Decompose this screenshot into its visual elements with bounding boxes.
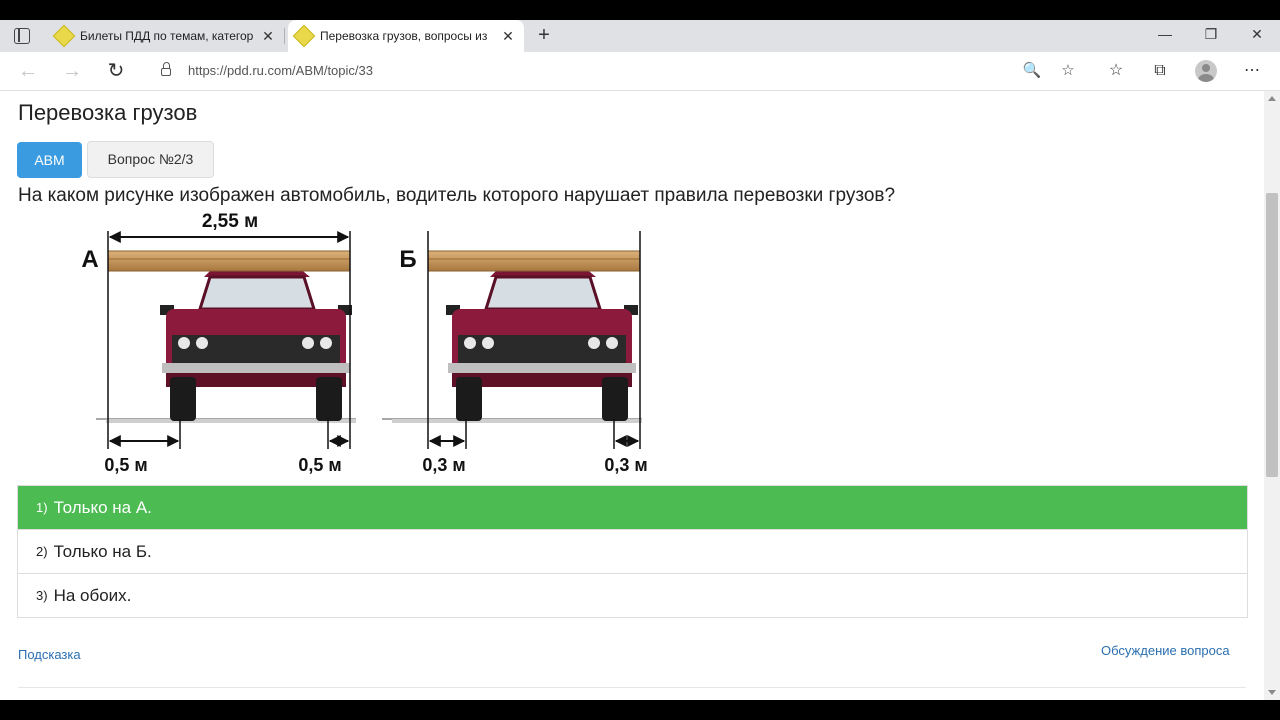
page-content: Перевозка грузов ABM Вопрос №2/3 На како… — [0, 91, 1264, 700]
page-scrollbar[interactable] — [1264, 91, 1280, 700]
tab-strip: Билеты ПДД по темам, категор ✕ Перевозка… — [0, 20, 1280, 52]
answer-text: На обоих. — [53, 585, 132, 605]
answer-option-1[interactable]: 1) Только на А. — [18, 486, 1247, 530]
answer-option-2[interactable]: 2) Только на Б. — [18, 530, 1247, 574]
car-a-drawing — [96, 231, 356, 449]
car-icon — [444, 253, 640, 423]
page-title: Перевозка грузов — [18, 100, 198, 125]
reload-button[interactable]: ↻ — [105, 60, 127, 82]
restore-button[interactable]: ❐ — [1196, 26, 1226, 43]
b-left-overhang-label: 0,3 м — [422, 455, 465, 475]
tab-title: Перевозка грузов, вопросы из — [320, 29, 488, 43]
answer-number: 1) — [36, 500, 48, 515]
new-tab-button[interactable]: + — [533, 24, 555, 46]
question-counter-button[interactable]: Вопрос №2/3 — [87, 141, 214, 178]
forward-button[interactable]: → — [61, 60, 83, 82]
answer-number: 2) — [36, 544, 48, 559]
screen-bottom-border — [0, 700, 1280, 720]
car-b-label: Б — [399, 246, 416, 273]
favorites-icon[interactable]: ☆ — [1105, 60, 1127, 82]
car-a-label: А — [81, 246, 98, 273]
browser-tab-1[interactable]: Билеты ПДД по темам, категор ✕ — [48, 20, 285, 52]
back-button[interactable]: ← — [17, 60, 39, 82]
answer-text: Только на А. — [53, 497, 152, 517]
answer-number: 3) — [36, 588, 48, 603]
window-close-button[interactable]: ✕ — [1242, 26, 1272, 43]
discussion-link[interactable]: Обсуждение вопроса — [1101, 643, 1230, 658]
tab-close-icon[interactable]: ✕ — [258, 28, 278, 45]
category-button[interactable]: ABM — [17, 142, 82, 178]
add-favorite-icon[interactable]: ☆ — [1057, 61, 1079, 79]
top-width-label: 2,55 м — [202, 211, 258, 232]
car-b-drawing — [382, 231, 642, 449]
illustration-root: 2,55 м А 0,5 м 0,5 м Б 0,3 м 0,3 м — [81, 211, 647, 475]
collections-icon[interactable]: ⧉ — [1149, 60, 1171, 82]
a-left-overhang-label: 0,5 м — [104, 455, 147, 475]
tab-close-icon[interactable]: ✕ — [498, 28, 518, 45]
minimize-button[interactable]: — — [1150, 26, 1180, 42]
address-toolbar: ← → ↻ https://pdd.ru.com/ABM/topic/33 🔍 … — [0, 52, 1280, 91]
scrollbar-thumb[interactable] — [1266, 193, 1278, 477]
hint-link[interactable]: Подсказка — [18, 647, 81, 662]
answer-list: 1) Только на А. 2) Только на Б. 3) На об… — [17, 485, 1248, 618]
cargo-boards — [427, 250, 641, 272]
browser-tab-2-active[interactable]: Перевозка грузов, вопросы из ✕ — [288, 20, 524, 52]
question-text: На каком рисунке изображен автомобиль, в… — [18, 185, 896, 206]
a-right-overhang-label: 0,5 м — [298, 455, 341, 475]
car-icon — [158, 253, 354, 423]
zoom-icon[interactable]: 🔍 — [1021, 61, 1043, 79]
tab-actions-icon[interactable] — [14, 28, 30, 44]
divider — [18, 687, 1246, 688]
settings-menu-icon[interactable]: ⋯ — [1241, 60, 1263, 82]
address-bar[interactable]: https://pdd.ru.com/ABM/topic/33 🔍 ☆ — [145, 56, 1095, 86]
scroll-up-icon[interactable] — [1268, 96, 1276, 101]
cargo-boards — [107, 250, 351, 272]
profile-avatar[interactable] — [1195, 60, 1217, 82]
tab-separator — [284, 28, 285, 44]
screen-top-border — [0, 0, 1280, 20]
tab-title: Билеты ПДД по темам, категор — [80, 29, 254, 43]
answer-text: Только на Б. — [53, 541, 152, 561]
question-illustration: 2,55 м А 0,5 м 0,5 м Б 0,3 м 0,3 м — [81, 211, 647, 475]
scroll-down-icon[interactable] — [1268, 690, 1276, 695]
b-right-overhang-label: 0,3 м — [604, 455, 647, 475]
url-text[interactable]: https://pdd.ru.com/ABM/topic/33 — [188, 63, 373, 78]
answer-option-3[interactable]: 3) На обоих. — [18, 574, 1247, 617]
lock-icon[interactable] — [161, 62, 171, 76]
